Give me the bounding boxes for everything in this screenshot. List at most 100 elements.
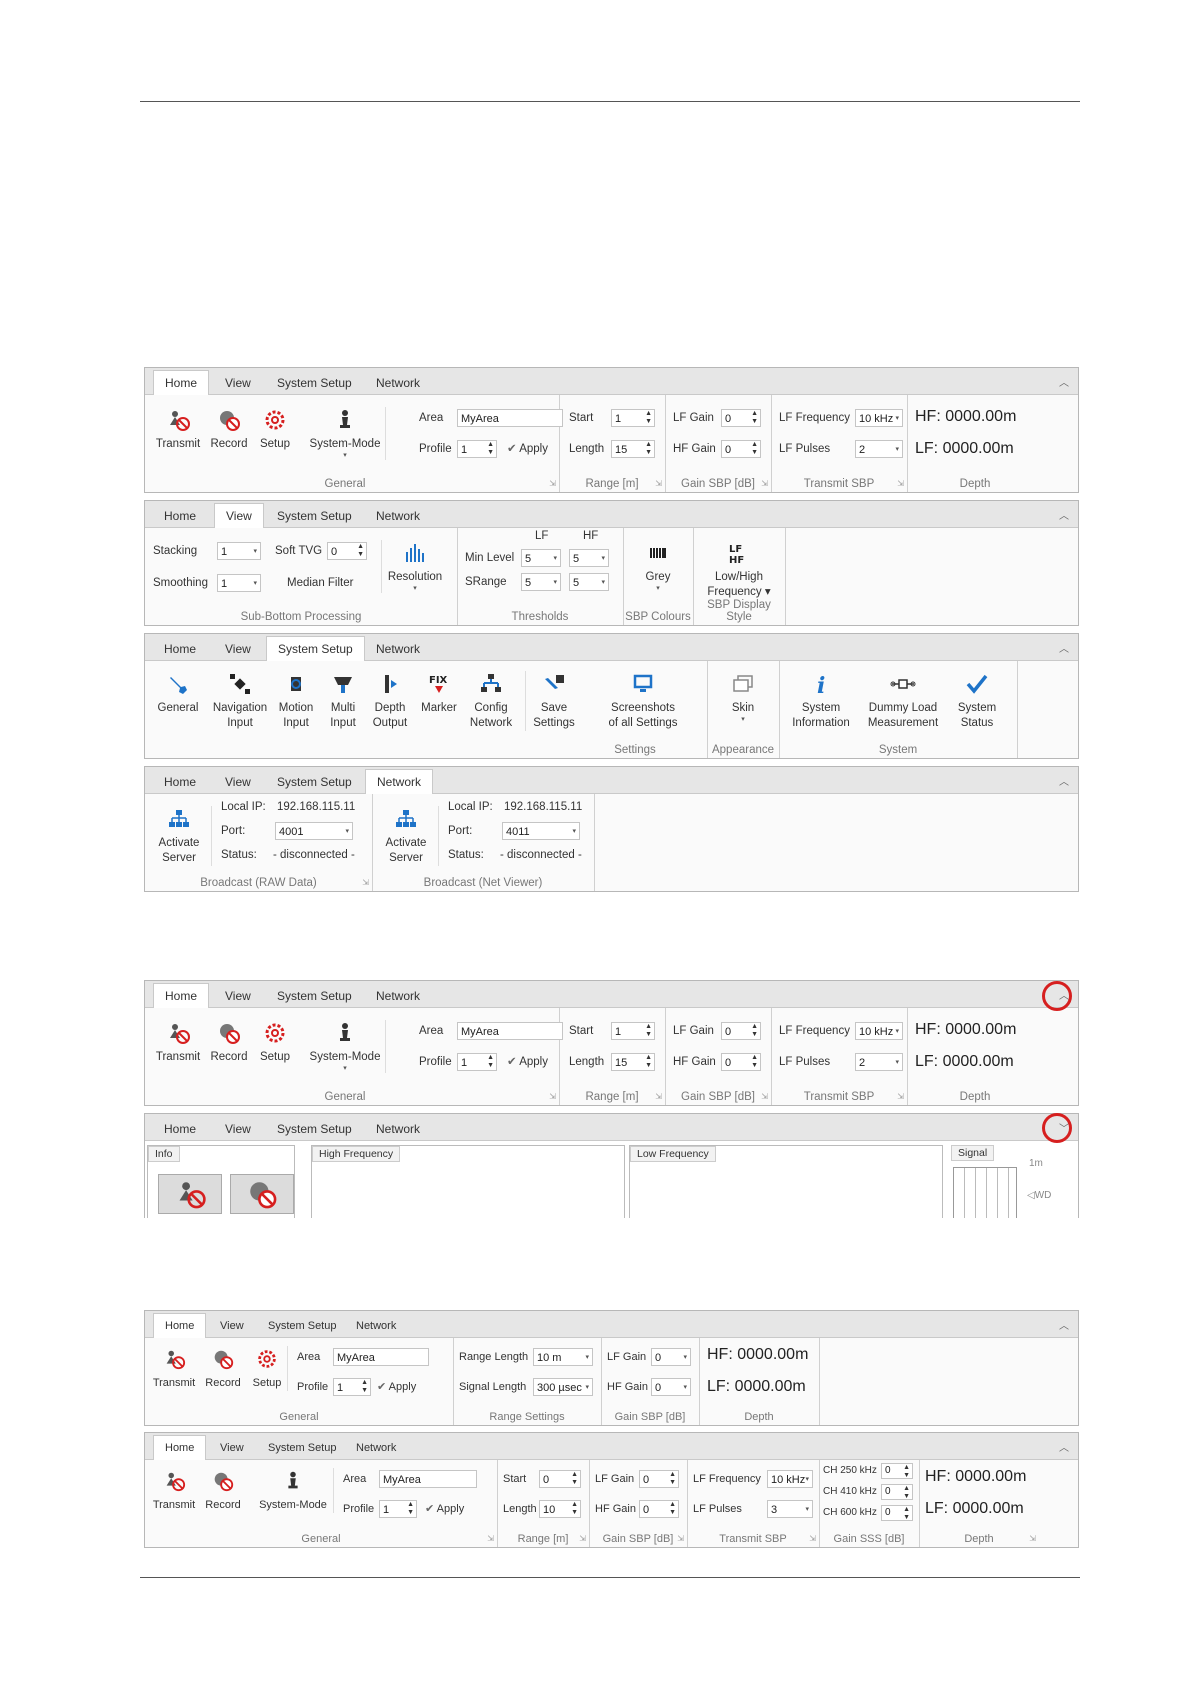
area-input[interactable]: MyArea bbox=[457, 409, 563, 427]
record-button[interactable]: Record bbox=[201, 1468, 245, 1513]
tab-view[interactable]: View bbox=[214, 373, 262, 394]
lf-gain-stepper[interactable]: 0 ▲ ▼ bbox=[639, 1470, 679, 1488]
apply-button[interactable]: ✔ Apply bbox=[377, 1378, 416, 1396]
spinner-arrows-icon[interactable]: ▲ ▼ bbox=[645, 1054, 652, 1070]
tab-network[interactable]: Network bbox=[365, 639, 431, 660]
apply-button[interactable]: ✔ Apply bbox=[425, 1500, 464, 1518]
spinner-arrows-icon[interactable]: ▲ ▼ bbox=[903, 1485, 910, 1501]
system-information-button[interactable]: i System Information bbox=[783, 671, 859, 731]
dummy-load-button[interactable]: Dummy Load Measurement bbox=[859, 671, 947, 731]
record-button[interactable]: Record bbox=[207, 407, 251, 452]
spinner-arrows-icon[interactable]: ▲ ▼ bbox=[751, 410, 758, 426]
stacking-dropdown[interactable]: 1 ▾ bbox=[217, 542, 261, 560]
lf-frequency-dropdown[interactable]: 10 kHz ▾ bbox=[855, 409, 903, 427]
length-stepper[interactable]: 15 ▲ ▼ bbox=[611, 440, 655, 458]
tab-network[interactable]: Network bbox=[345, 1438, 407, 1459]
tab-view[interactable]: View bbox=[214, 772, 262, 793]
lf-frequency-dropdown[interactable]: 10 kHz ▾ bbox=[767, 1470, 813, 1488]
record-button[interactable]: Record bbox=[207, 1020, 251, 1065]
dialog-launcher-icon[interactable]: ⇲ bbox=[579, 1534, 586, 1543]
tab-home[interactable]: Home bbox=[153, 772, 207, 793]
tab-system-setup[interactable]: System Setup bbox=[257, 1438, 347, 1459]
transmit-button[interactable]: Transmit bbox=[153, 1020, 203, 1065]
collapse-icon[interactable]: ︿ bbox=[1059, 773, 1069, 788]
hf-gain-stepper[interactable]: 0 ▲ ▼ bbox=[721, 440, 761, 458]
tab-home[interactable]: Home bbox=[153, 1119, 207, 1140]
multi-input-button[interactable]: Multi Input bbox=[321, 671, 365, 731]
smoothing-dropdown[interactable]: 1 ▾ bbox=[217, 574, 261, 592]
tab-home[interactable]: Home bbox=[153, 1313, 207, 1338]
tab-home[interactable]: Home bbox=[153, 639, 207, 660]
low-high-frequency-button[interactable]: LF HF Low/High Frequency ▾ bbox=[697, 540, 781, 600]
setup-button[interactable]: Setup bbox=[255, 1020, 295, 1065]
spinner-arrows-icon[interactable]: ▲ ▼ bbox=[487, 441, 494, 457]
tab-view[interactable]: View bbox=[214, 1119, 262, 1140]
spinner-arrows-icon[interactable]: ▲ ▼ bbox=[903, 1506, 910, 1522]
tab-system-setup[interactable]: System Setup bbox=[266, 373, 363, 394]
profile-stepper[interactable]: 1 ▲ ▼ bbox=[457, 1053, 497, 1071]
ch250-stepper[interactable]: 0 ▲ ▼ bbox=[881, 1463, 913, 1479]
navigation-input-button[interactable]: Navigation Input bbox=[209, 671, 271, 731]
spinner-arrows-icon[interactable]: ▲ ▼ bbox=[751, 1023, 758, 1039]
collapse-icon[interactable]: ︿ bbox=[1059, 640, 1069, 655]
activate-server-raw-button[interactable]: Activate Server bbox=[147, 806, 212, 866]
ch600-stepper[interactable]: 0 ▲ ▼ bbox=[881, 1505, 913, 1521]
spinner-arrows-icon[interactable]: ▲ ▼ bbox=[571, 1501, 578, 1517]
lf-frequency-dropdown[interactable]: 10 kHz ▾ bbox=[855, 1022, 903, 1040]
tab-home[interactable]: Home bbox=[153, 1435, 207, 1460]
spinner-arrows-icon[interactable]: ▲ ▼ bbox=[903, 1464, 910, 1480]
tab-home[interactable]: Home bbox=[153, 370, 210, 395]
setup-button[interactable]: Setup bbox=[255, 407, 295, 452]
transmit-button[interactable]: Transmit bbox=[149, 1346, 199, 1391]
tab-view[interactable]: View bbox=[214, 639, 262, 660]
depth-output-button[interactable]: Depth Output bbox=[365, 671, 415, 731]
collapse-icon[interactable]: ︿ bbox=[1059, 507, 1069, 522]
tab-network[interactable]: Network bbox=[365, 506, 431, 527]
area-input[interactable]: MyArea bbox=[379, 1470, 477, 1488]
system-mode-button[interactable]: System-Mode bbox=[253, 1468, 334, 1513]
tab-network[interactable]: Network bbox=[365, 986, 431, 1007]
soft-tvg-stepper[interactable]: 0 ▲ ▼ bbox=[327, 542, 367, 560]
system-mode-button[interactable]: System-Mode ▾ bbox=[305, 407, 386, 460]
grey-button[interactable]: Grey ▾ bbox=[631, 540, 685, 593]
port-dropdown[interactable]: 4011 ▾ bbox=[502, 822, 580, 840]
screenshots-button[interactable]: Screenshots of all Settings bbox=[581, 671, 705, 731]
port-dropdown[interactable]: 4001 ▾ bbox=[275, 822, 353, 840]
hf-min-level-dropdown[interactable]: 5 ▾ bbox=[569, 549, 609, 567]
lf-gain-stepper[interactable]: 0 ▲ ▼ bbox=[721, 1022, 761, 1040]
tab-view[interactable]: View bbox=[214, 503, 264, 528]
dialog-launcher-icon[interactable]: ⇲ bbox=[487, 1534, 494, 1543]
dialog-launcher-icon[interactable]: ⇲ bbox=[655, 479, 662, 488]
spinner-arrows-icon[interactable]: ▲ ▼ bbox=[751, 441, 758, 457]
record-button[interactable]: Record bbox=[201, 1346, 245, 1391]
lf-gain-stepper[interactable]: 0 ▲ ▼ bbox=[721, 409, 761, 427]
tab-network[interactable]: Network bbox=[365, 769, 434, 794]
tab-system-setup[interactable]: System Setup bbox=[266, 506, 363, 527]
tab-home[interactable]: Home bbox=[153, 506, 207, 527]
spinner-arrows-icon[interactable]: ▲ ▼ bbox=[571, 1471, 578, 1487]
tab-system-setup[interactable]: System Setup bbox=[266, 986, 363, 1007]
lf-pulses-dropdown[interactable]: 2 ▾ bbox=[855, 1053, 903, 1071]
tab-system-setup[interactable]: System Setup bbox=[257, 1316, 347, 1337]
spinner-arrows-icon[interactable]: ▲ ▼ bbox=[751, 1054, 758, 1070]
hf-gain-stepper[interactable]: 0 ▲ ▼ bbox=[721, 1053, 761, 1071]
tab-network[interactable]: Network bbox=[365, 373, 431, 394]
hf-gain-dropdown[interactable]: 0 ▾ bbox=[651, 1378, 691, 1396]
lf-pulses-dropdown[interactable]: 3 ▾ bbox=[767, 1500, 813, 1518]
tab-view[interactable]: View bbox=[209, 1316, 255, 1337]
spinner-arrows-icon[interactable]: ▲ ▼ bbox=[669, 1501, 676, 1517]
lf-pulses-dropdown[interactable]: 2 ▾ bbox=[855, 440, 903, 458]
system-status-button[interactable]: System Status bbox=[947, 671, 1007, 731]
spinner-arrows-icon[interactable]: ▲ ▼ bbox=[645, 1023, 652, 1039]
hf-srange-dropdown[interactable]: 5 ▾ bbox=[569, 573, 609, 591]
length-stepper[interactable]: 15 ▲ ▼ bbox=[611, 1053, 655, 1071]
system-mode-button[interactable]: System-Mode ▾ bbox=[305, 1020, 386, 1073]
dialog-launcher-icon[interactable]: ⇲ bbox=[761, 479, 768, 488]
motion-input-button[interactable]: Motion Input bbox=[271, 671, 321, 731]
start-stepper[interactable]: 1 ▲ ▼ bbox=[611, 1022, 655, 1040]
dialog-launcher-icon[interactable]: ⇲ bbox=[549, 1092, 556, 1101]
collapse-icon[interactable]: ︿ bbox=[1059, 374, 1069, 389]
marker-button[interactable]: FIX Marker bbox=[415, 671, 463, 716]
profile-stepper[interactable]: 1 ▲ ▼ bbox=[333, 1378, 371, 1396]
dialog-launcher-icon[interactable]: ⇲ bbox=[655, 1092, 662, 1101]
